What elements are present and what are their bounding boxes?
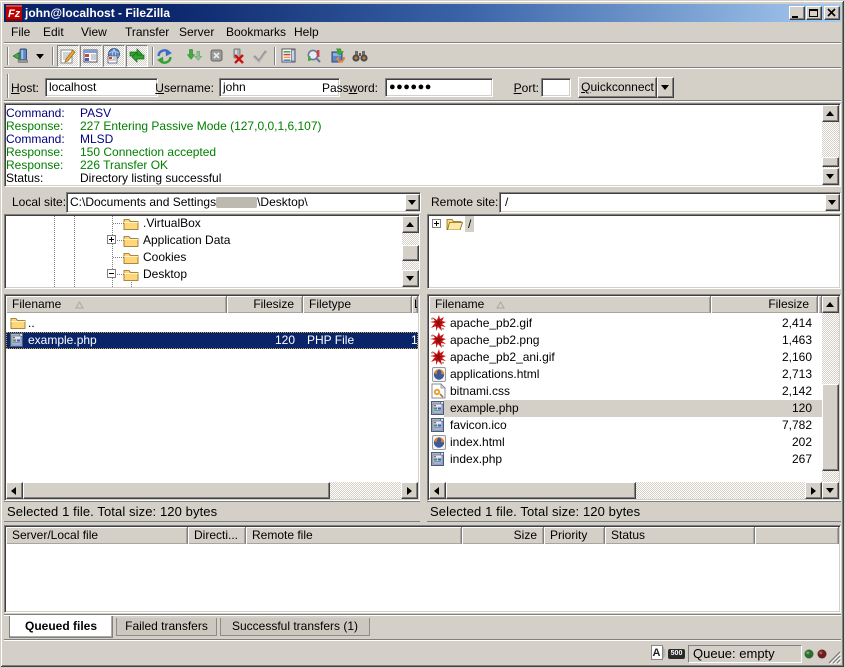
svg-text:Fz: Fz [8,8,21,20]
svg-text:A: A [653,647,661,659]
